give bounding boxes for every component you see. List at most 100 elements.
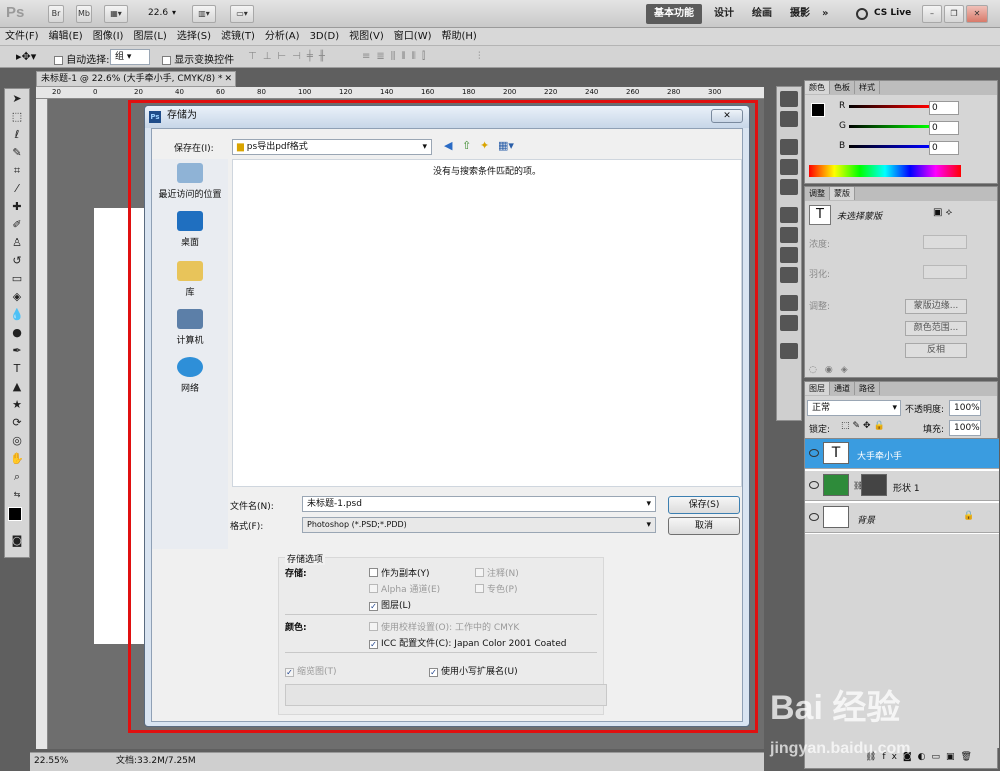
menu-filter[interactable]: 滤镜(T) xyxy=(216,28,260,46)
workspace-design[interactable]: 设计 xyxy=(706,4,742,24)
type-tool-icon[interactable]: T xyxy=(7,361,27,377)
3d-panel-icon[interactable] xyxy=(780,139,798,155)
paragraph-icon[interactable] xyxy=(780,267,798,283)
workspace-more-button[interactable]: » xyxy=(814,4,836,24)
eye-icon[interactable] xyxy=(809,513,819,521)
brush-presets-icon[interactable] xyxy=(780,247,798,263)
channel-g-value[interactable]: 0 xyxy=(929,121,959,135)
show-transform-checkbox[interactable] xyxy=(162,55,171,65)
layer-row[interactable]: 背景 🔒 xyxy=(805,503,999,533)
layer-row[interactable]: T 大手牵小手 xyxy=(805,439,999,469)
zoom-tool-icon[interactable]: ⌕ xyxy=(7,469,27,485)
tab-paths[interactable]: 路径 xyxy=(855,382,880,395)
dodge-tool-icon[interactable]: ● xyxy=(7,325,27,341)
clone-source-icon[interactable] xyxy=(780,227,798,243)
menu-help[interactable]: 帮助(H) xyxy=(437,28,482,46)
animation-icon[interactable] xyxy=(780,315,798,331)
menu-window[interactable]: 窗口(W) xyxy=(389,28,437,46)
screen-mode-button[interactable]: ▭▾ xyxy=(230,5,254,23)
opacity-input[interactable]: 100% xyxy=(949,400,981,416)
path-select-icon[interactable]: ▲ xyxy=(7,379,27,395)
brush-tool-icon[interactable]: ✐ xyxy=(7,217,27,233)
tool-presets-icon[interactable] xyxy=(780,295,798,311)
brushes-panel-icon[interactable] xyxy=(780,207,798,223)
menu-file[interactable]: 文件(F) xyxy=(0,28,44,46)
blur-tool-icon[interactable]: 💧 xyxy=(7,307,27,323)
color-swatches[interactable] xyxy=(5,505,29,531)
tab-styles[interactable]: 样式 xyxy=(855,81,880,94)
show-transform-option[interactable]: 显示变换控件 xyxy=(162,51,234,66)
character-icon[interactable] xyxy=(780,343,798,359)
chevron-down-icon[interactable]: ▾ xyxy=(172,8,176,17)
channel-r-value[interactable]: 0 xyxy=(929,101,959,115)
mini-bridge-button[interactable]: Mb xyxy=(76,5,92,23)
foreground-color[interactable] xyxy=(8,507,22,521)
view-extras-button[interactable]: ▦▾ xyxy=(104,5,128,23)
healing-tool-icon[interactable]: ✚ xyxy=(7,199,27,215)
info-panel-icon[interactable] xyxy=(780,179,798,195)
fill-input[interactable]: 100% xyxy=(949,420,981,436)
swap-colors-icon[interactable]: ⇆ xyxy=(7,487,27,503)
move-tool-icon[interactable]: ➤ xyxy=(7,91,27,107)
tab-swatches[interactable]: 色板 xyxy=(830,81,855,94)
color-fg-swatch[interactable] xyxy=(811,103,825,117)
history-brush-icon[interactable]: ↺ xyxy=(7,253,27,269)
crop-tool-icon[interactable]: ⌗ xyxy=(7,163,27,179)
quick-mask-icon[interactable]: ◙ xyxy=(7,533,27,549)
lock-icons[interactable]: ⬚✎✥🔒 xyxy=(841,421,888,431)
pen-tool-icon[interactable]: ✒ xyxy=(7,343,27,359)
bridge-button[interactable]: Br xyxy=(48,5,64,23)
3d-orbit-icon[interactable]: ◎ xyxy=(7,433,27,449)
close-icon[interactable]: ✕ xyxy=(224,72,232,86)
actions-panel-icon[interactable] xyxy=(780,111,798,127)
distribute-buttons[interactable]: ≡≣⫼⫴⦀⫿ xyxy=(362,51,431,62)
eye-icon[interactable] xyxy=(809,449,819,457)
workspace-painting[interactable]: 绘画 xyxy=(744,4,780,24)
hand-tool-icon[interactable]: ✋ xyxy=(7,451,27,467)
workspace-photography[interactable]: 摄影 xyxy=(782,4,818,24)
menu-edit[interactable]: 编辑(E) xyxy=(44,28,88,46)
doc-info[interactable]: 文档:33.2M/7.25M xyxy=(116,753,196,770)
3d-rotate-icon[interactable]: ⟳ xyxy=(7,415,27,431)
auto-align-button[interactable]: ⫶ xyxy=(478,51,481,62)
eye-icon[interactable] xyxy=(809,481,819,489)
eraser-tool-icon[interactable]: ▭ xyxy=(7,271,27,287)
marquee-tool-icon[interactable]: ⬚ xyxy=(7,109,27,125)
auto-select-checkbox[interactable] xyxy=(54,55,63,65)
tab-layers[interactable]: 图层 xyxy=(805,382,830,395)
menu-view[interactable]: 视图(V) xyxy=(344,28,389,46)
eyedropper-tool-icon[interactable]: ⁄ xyxy=(7,181,27,197)
history-panel-icon[interactable] xyxy=(780,91,798,107)
auto-select-option[interactable]: 自动选择: xyxy=(54,51,110,66)
layer-row[interactable]: ⛓ 形状 1 xyxy=(805,471,999,501)
color-ramp[interactable] xyxy=(809,165,961,177)
bucket-tool-icon[interactable]: ◈ xyxy=(7,289,27,305)
tab-adjustments[interactable]: 调整 xyxy=(805,187,830,200)
menu-analysis[interactable]: 分析(A) xyxy=(260,28,305,46)
close-button[interactable]: ✕ xyxy=(966,5,988,23)
menu-3d[interactable]: 3D(D) xyxy=(305,28,345,46)
arrange-documents-button[interactable]: ▥▾ xyxy=(192,5,216,23)
channel-r-slider[interactable] xyxy=(849,105,929,108)
shape-tool-icon[interactable]: ★ xyxy=(7,397,27,413)
zoom-status[interactable]: 22.55% xyxy=(34,753,68,770)
channel-b-slider[interactable] xyxy=(849,145,929,148)
tab-masks[interactable]: 蒙版 xyxy=(830,187,855,200)
document-tab[interactable]: 未标题-1 @ 22.6% (大手牵小手, CMYK/8) * ✕ xyxy=(36,71,236,87)
blend-mode-dropdown[interactable]: 正常 ▾ xyxy=(807,400,901,416)
zoom-level[interactable]: 22.6 xyxy=(148,8,168,18)
stamp-tool-icon[interactable]: ♙ xyxy=(7,235,27,251)
restore-button[interactable]: ❐ xyxy=(944,5,964,23)
menu-select[interactable]: 选择(S) xyxy=(172,28,216,46)
tab-channels[interactable]: 通道 xyxy=(830,382,855,395)
pixel-mask-icon[interactable]: ▣ ⟡ xyxy=(933,207,952,218)
workspace-essentials[interactable]: 基本功能 xyxy=(646,4,702,24)
move-tool-icon[interactable]: ▸✥▾ xyxy=(16,50,36,63)
minimize-button[interactable]: – xyxy=(922,5,942,23)
auto-select-dropdown[interactable]: 组 ▾ xyxy=(110,49,150,65)
channel-g-slider[interactable] xyxy=(849,125,929,128)
quick-select-tool-icon[interactable]: ✎ xyxy=(7,145,27,161)
channel-b-value[interactable]: 0 xyxy=(929,141,959,155)
navigator-icon[interactable] xyxy=(780,159,798,175)
menu-image[interactable]: 图像(I) xyxy=(88,28,129,46)
